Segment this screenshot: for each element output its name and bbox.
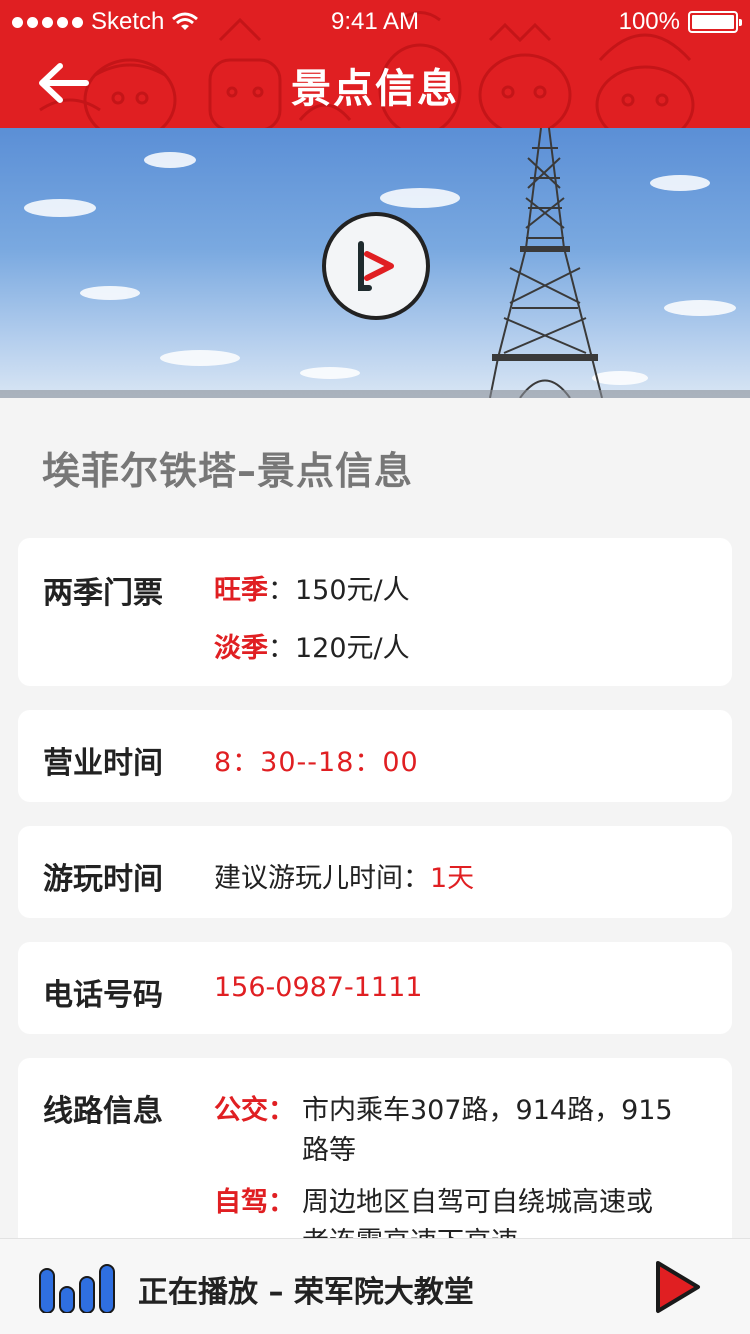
status-bar: Sketch 9:41 AM 100% <box>0 0 750 40</box>
route-label: 线路信息 <box>43 1094 163 1129</box>
visit-time-prefix: 建议游玩儿时间： <box>214 863 430 894</box>
phone-value[interactable]: 156-0987-1111 <box>214 972 422 1003</box>
bus-label: 公交： <box>214 1095 295 1126</box>
hours-value: 8：30--18：00 <box>214 747 419 778</box>
now-playing-text: 正在播放 – 荣军院大教堂 <box>138 1275 474 1310</box>
visit-time-row: 建议游玩儿时间：1天 <box>214 856 474 895</box>
status-right: 100% <box>618 8 742 36</box>
hours-card: 营业时间 8：30--18：00 <box>18 710 732 802</box>
visit-time-label: 游玩时间 <box>43 862 163 897</box>
off-price-row: 淡季：120元/人 <box>214 626 410 665</box>
audio-bars-icon <box>39 1264 115 1313</box>
nav-title: 景点信息 <box>291 66 459 112</box>
peak-season-label: 旺季 <box>214 575 268 606</box>
off-season-label: 淡季 <box>214 633 268 664</box>
audio-player-bar[interactable]: 正在播放 – 荣军院大教堂 <box>0 1238 750 1334</box>
bus-line-1: 市内乘车307路，914路，915 <box>302 1095 673 1126</box>
bus-line-2: 路等 <box>302 1135 356 1166</box>
battery-icon <box>688 11 742 33</box>
route-card: 线路信息 公交： 市内乘车307路，914路，915 路等 自驾： 周边地区自驾… <box>18 1058 732 1258</box>
peak-price: ：150元/人 <box>268 575 410 606</box>
visit-time-card: 游玩时间 建议游玩儿时间：1天 <box>18 826 732 918</box>
hero-image <box>0 128 750 398</box>
phone-card: 电话号码 156-0987-1111 <box>18 942 732 1034</box>
battery-percent: 100% <box>618 8 680 35</box>
play-triangle-icon[interactable] <box>652 1259 702 1315</box>
video-play-button[interactable] <box>322 212 430 320</box>
hours-label: 营业时间 <box>43 746 163 781</box>
page-title: 埃菲尔铁塔–景点信息 <box>42 449 414 493</box>
tickets-label: 两季门票 <box>43 576 163 611</box>
phone-label: 电话号码 <box>43 978 163 1013</box>
visit-time-value: 1天 <box>430 863 475 894</box>
off-price: ：120元/人 <box>268 633 410 664</box>
drive-line-1: 周边地区自驾可自绕城高速或 <box>302 1187 653 1218</box>
peak-price-row: 旺季：150元/人 <box>214 568 410 607</box>
nav-bar: Sketch 9:41 AM 100% 景点信息 <box>0 0 750 128</box>
play-icon <box>358 241 394 291</box>
drive-label: 自驾： <box>214 1187 295 1218</box>
tickets-card: 两季门票 旺季：150元/人 淡季：120元/人 <box>18 538 732 686</box>
